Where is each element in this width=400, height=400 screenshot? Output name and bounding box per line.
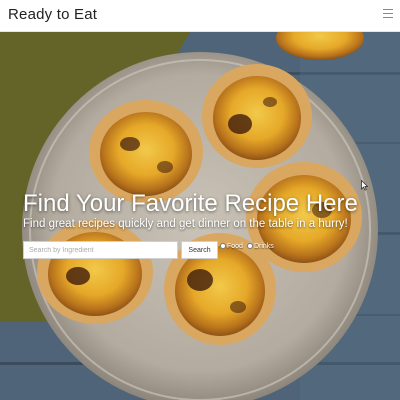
food-radio[interactable] bbox=[220, 243, 226, 249]
drinks-radio-label: Drinks bbox=[253, 242, 274, 250]
mouse-cursor-icon bbox=[361, 180, 368, 191]
hero-section: Find Your Favorite Recipe Here Find grea… bbox=[0, 32, 400, 400]
hero-title: Find Your Favorite Recipe Here bbox=[23, 190, 358, 217]
search-button[interactable]: Search bbox=[181, 241, 218, 259]
food-radio-label: Food bbox=[227, 242, 243, 250]
drinks-radio-option[interactable]: Drinks bbox=[246, 242, 274, 250]
drinks-radio[interactable] bbox=[246, 243, 253, 249]
brand-title[interactable]: Ready to Eat bbox=[8, 6, 97, 23]
hamburger-menu-icon[interactable] bbox=[383, 9, 393, 19]
hero-subtitle: Find great recipes quickly and get dinne… bbox=[23, 218, 348, 230]
food-radio-option[interactable]: Food bbox=[220, 243, 243, 250]
navbar: Ready to Eat bbox=[0, 0, 400, 32]
ingredient-search-input[interactable] bbox=[23, 241, 178, 259]
category-radio-group: Food Drinks bbox=[220, 241, 274, 251]
